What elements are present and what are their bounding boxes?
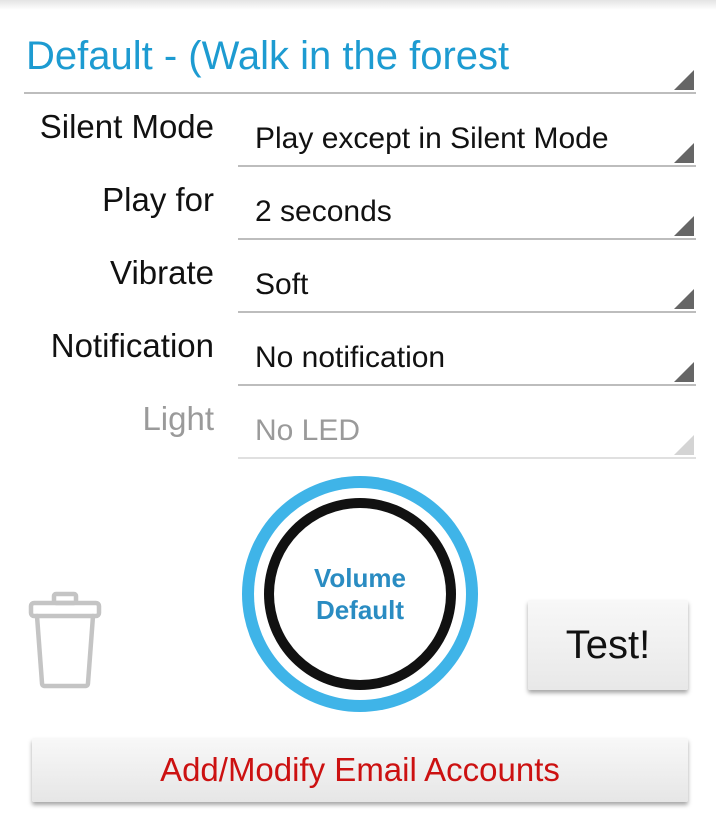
profile-spinner-value: Default - (Walk in the forest <box>26 34 510 78</box>
vibrate-spinner[interactable]: Soft <box>238 256 696 313</box>
play-for-spinner[interactable]: 2 seconds <box>238 183 696 240</box>
add-modify-email-accounts-button[interactable]: Add/Modify Email Accounts <box>32 738 688 802</box>
test-button-label: Test! <box>565 622 651 667</box>
email-accounts-button-label: Add/Modify Email Accounts <box>160 751 560 788</box>
test-button[interactable]: Test! <box>528 600 688 690</box>
dropdown-arrow-icon <box>674 70 694 90</box>
light-label: Light <box>142 400 214 437</box>
silent-mode-label: Silent Mode <box>39 108 214 145</box>
notification-value: No notification <box>255 341 446 374</box>
light-spinner: No LED <box>238 402 696 459</box>
vibrate-label: Vibrate <box>110 254 214 291</box>
volume-value: Default <box>315 595 405 625</box>
dropdown-arrow-icon <box>674 289 694 309</box>
play-for-value: 2 seconds <box>255 195 392 228</box>
play-for-label: Play for <box>102 181 214 218</box>
vibrate-value: Soft <box>255 268 309 301</box>
volume-center: Volume Default <box>274 508 446 680</box>
notification-label: Notification <box>50 327 214 364</box>
trash-icon[interactable] <box>26 590 104 690</box>
silent-mode-value: Play except in Silent Mode <box>255 122 609 155</box>
dropdown-arrow-icon <box>674 216 694 236</box>
dropdown-arrow-icon <box>674 435 694 455</box>
profile-spinner[interactable]: Default - (Walk in the forest <box>24 28 696 94</box>
top-shadow <box>0 0 716 10</box>
notification-spinner[interactable]: No notification <box>238 329 696 386</box>
silent-mode-spinner[interactable]: Play except in Silent Mode <box>238 110 696 167</box>
light-value: No LED <box>255 414 361 447</box>
dropdown-arrow-icon <box>674 143 694 163</box>
volume-label: Volume <box>314 563 406 593</box>
dropdown-arrow-icon <box>674 362 694 382</box>
volume-button[interactable]: Volume Default <box>242 476 478 712</box>
